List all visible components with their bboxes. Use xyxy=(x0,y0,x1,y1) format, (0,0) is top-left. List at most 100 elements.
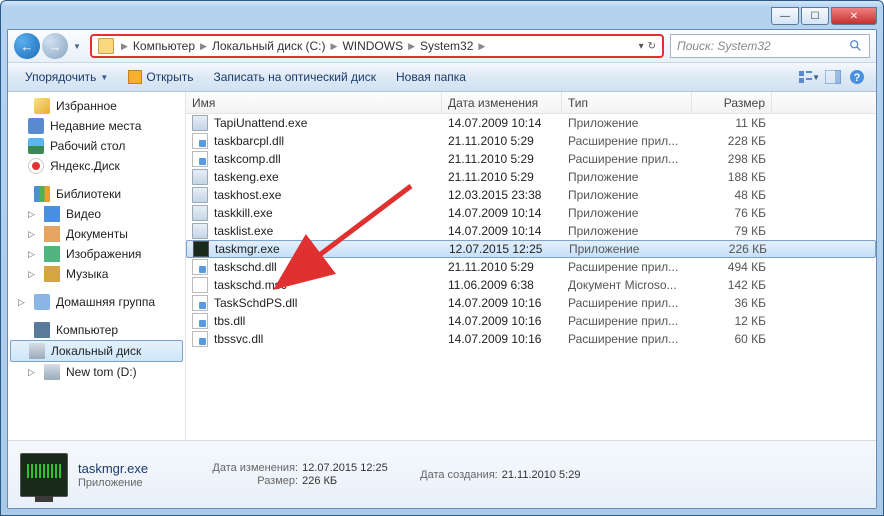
tree-docs[interactable]: ▷Документы xyxy=(8,224,185,244)
computer-icon xyxy=(34,322,50,338)
image-icon xyxy=(44,246,60,262)
col-name[interactable]: Имя xyxy=(186,92,442,113)
file-row[interactable]: taskeng.exe21.11.2010 5:29Приложение188 … xyxy=(186,168,876,186)
organize-button[interactable]: Упорядочить▼ xyxy=(16,66,117,88)
file-row[interactable]: TapiUnattend.exe14.07.2009 10:14Приложен… xyxy=(186,114,876,132)
file-row[interactable]: taskcomp.dll21.11.2010 5:29Расширение пр… xyxy=(186,150,876,168)
file-row[interactable]: taskbarcpl.dll21.11.2010 5:29Расширение … xyxy=(186,132,876,150)
file-row[interactable]: TaskSchdPS.dll14.07.2009 10:16Расширение… xyxy=(186,294,876,312)
file-name: taskhost.exe xyxy=(214,188,281,202)
tree-desktop[interactable]: Рабочий стол xyxy=(8,136,185,156)
col-date[interactable]: Дата изменения xyxy=(442,92,562,113)
file-type: Документ Microso... xyxy=(562,277,692,293)
file-size: 228 КБ xyxy=(692,133,772,149)
forward-button[interactable]: → xyxy=(42,33,68,59)
file-row[interactable]: taskschd.msc11.06.2009 6:38Документ Micr… xyxy=(186,276,876,294)
file-list[interactable]: Имя Дата изменения Тип Размер TapiUnatte… xyxy=(186,92,876,440)
file-icon xyxy=(192,277,208,293)
help-button[interactable]: ? xyxy=(846,66,868,88)
file-size: 188 КБ xyxy=(692,169,772,185)
file-row[interactable]: tbssvc.dll14.07.2009 10:16Расширение при… xyxy=(186,330,876,348)
view-button[interactable]: ▼ xyxy=(798,66,820,88)
file-name: taskeng.exe xyxy=(214,170,279,184)
preview-pane-button[interactable] xyxy=(822,66,844,88)
file-date: 14.07.2009 10:16 xyxy=(442,313,562,329)
file-date: 14.07.2009 10:14 xyxy=(442,223,562,239)
folder-icon xyxy=(98,38,114,54)
navigation-tree[interactable]: Избранное Недавние места Рабочий стол Ян… xyxy=(8,92,186,440)
tree-favorites[interactable]: Избранное xyxy=(8,96,185,116)
file-date: 12.03.2015 23:38 xyxy=(442,187,562,203)
file-size: 142 КБ xyxy=(692,277,772,293)
refresh-icon[interactable]: ↻ xyxy=(648,41,656,52)
file-row[interactable]: taskschd.dll21.11.2010 5:29Расширение пр… xyxy=(186,258,876,276)
open-button[interactable]: Открыть xyxy=(119,66,202,88)
file-type: Расширение прил... xyxy=(562,331,692,347)
file-date: 21.11.2010 5:29 xyxy=(442,133,562,149)
tree-local-disk[interactable]: Локальный диск xyxy=(10,340,183,362)
toolbar: Упорядочить▼ Открыть Записать на оптичес… xyxy=(8,62,876,92)
history-dropdown[interactable]: ▼ xyxy=(70,36,84,56)
library-icon xyxy=(34,186,50,202)
yandex-icon xyxy=(28,158,44,174)
file-row[interactable]: taskmgr.exe12.07.2015 12:25Приложение226… xyxy=(186,240,876,258)
file-date: 14.07.2009 10:14 xyxy=(442,205,562,221)
document-icon xyxy=(44,226,60,242)
back-button[interactable]: ← xyxy=(14,33,40,59)
column-headers[interactable]: Имя Дата изменения Тип Размер xyxy=(186,92,876,114)
file-row[interactable]: taskkill.exe14.07.2009 10:14Приложение76… xyxy=(186,204,876,222)
breadcrumb[interactable]: ▶ Компьютер▶ Локальный диск (C:)▶ WINDOW… xyxy=(118,39,488,53)
col-size[interactable]: Размер xyxy=(692,92,772,113)
chevron-down-icon[interactable]: ▾ xyxy=(639,41,644,52)
file-type: Приложение xyxy=(562,223,692,239)
file-size: 79 КБ xyxy=(692,223,772,239)
burn-button[interactable]: Записать на оптический диск xyxy=(204,66,385,88)
maximize-button[interactable]: ☐ xyxy=(801,7,829,25)
tree-libraries[interactable]: Библиотеки xyxy=(8,184,185,204)
video-icon xyxy=(44,206,60,222)
col-type[interactable]: Тип xyxy=(562,92,692,113)
file-type: Приложение xyxy=(562,169,692,185)
tree-homegroup[interactable]: ▷Домашняя группа xyxy=(8,292,185,312)
file-type: Приложение xyxy=(562,187,692,203)
file-icon xyxy=(192,205,208,221)
file-type: Расширение прил... xyxy=(562,295,692,311)
address-bar[interactable]: ▶ Компьютер▶ Локальный диск (C:)▶ WINDOW… xyxy=(90,34,664,58)
tree-yandex[interactable]: Яндекс.Диск xyxy=(8,156,185,176)
music-icon xyxy=(44,266,60,282)
file-icon xyxy=(192,259,208,275)
star-icon xyxy=(34,98,50,114)
file-row[interactable]: tasklist.exe14.07.2009 10:14Приложение79… xyxy=(186,222,876,240)
file-name: tbssvc.dll xyxy=(214,332,263,346)
file-name: taskmgr.exe xyxy=(215,242,280,256)
tree-images[interactable]: ▷Изображения xyxy=(8,244,185,264)
file-row[interactable]: taskhost.exe12.03.2015 23:38Приложение48… xyxy=(186,186,876,204)
file-icon xyxy=(192,169,208,185)
search-input[interactable]: Поиск: System32 xyxy=(670,34,870,58)
details-pane: taskmgr.exe Приложение Дата изменения:12… xyxy=(8,440,876,508)
file-name: taskschd.dll xyxy=(214,260,277,274)
tree-computer[interactable]: Компьютер xyxy=(8,320,185,340)
file-type: Расширение прил... xyxy=(562,313,692,329)
file-date: 21.11.2010 5:29 xyxy=(442,259,562,275)
title-bar: — ☐ ✕ xyxy=(7,7,877,29)
tree-music[interactable]: ▷Музыка xyxy=(8,264,185,284)
tree-video[interactable]: ▷Видео xyxy=(8,204,185,224)
close-button[interactable]: ✕ xyxy=(831,7,877,25)
file-row[interactable]: tbs.dll14.07.2009 10:16Расширение прил..… xyxy=(186,312,876,330)
minimize-button[interactable]: — xyxy=(771,7,799,25)
file-icon xyxy=(192,313,208,329)
new-folder-button[interactable]: Новая папка xyxy=(387,66,475,88)
tree-new-tom[interactable]: ▷New tom (D:) xyxy=(8,362,185,382)
file-icon xyxy=(192,187,208,203)
file-size: 36 КБ xyxy=(692,295,772,311)
tree-recent[interactable]: Недавние места xyxy=(8,116,185,136)
file-size: 226 КБ xyxy=(693,241,773,257)
file-type: Расширение прил... xyxy=(562,151,692,167)
file-icon xyxy=(193,241,209,257)
desktop-icon xyxy=(28,138,44,154)
file-icon xyxy=(192,133,208,149)
details-name: taskmgr.exe xyxy=(78,461,148,476)
file-date: 14.07.2009 10:14 xyxy=(442,115,562,131)
search-icon xyxy=(849,39,863,53)
